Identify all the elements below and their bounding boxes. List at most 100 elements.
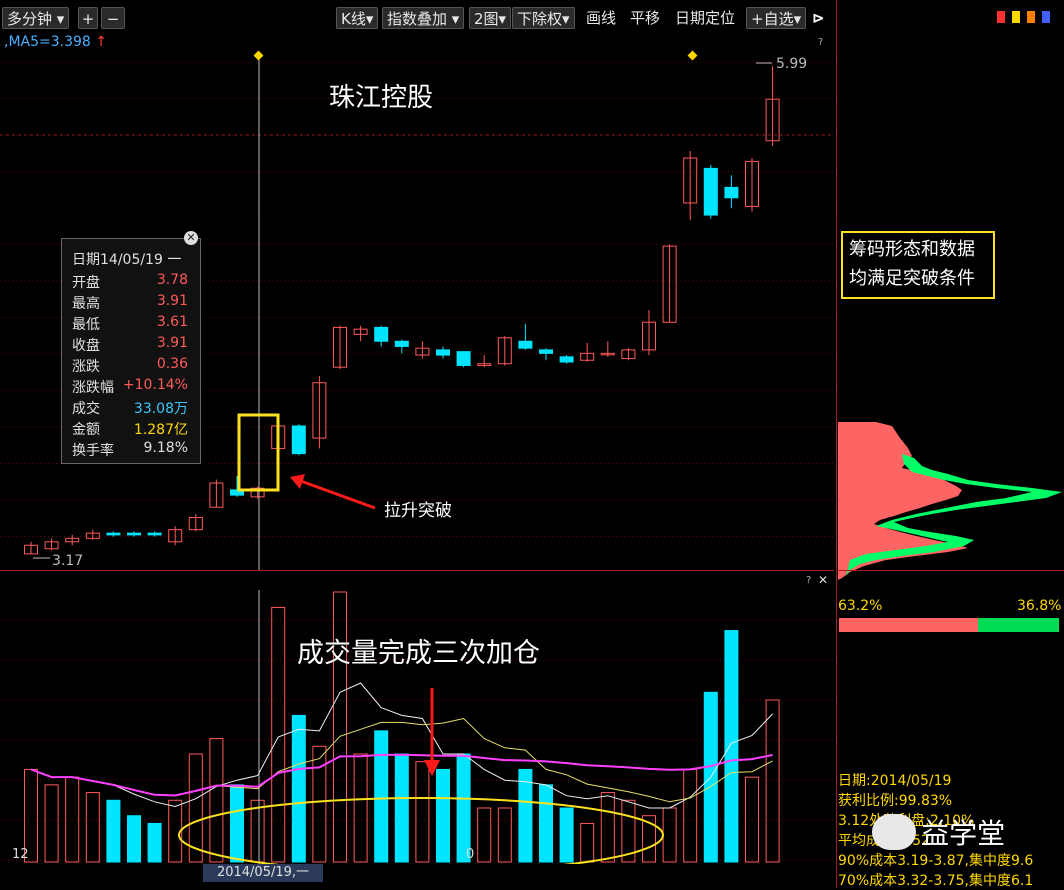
chip-profit-area — [838, 422, 968, 580]
tooltip-label: 最低 — [72, 317, 100, 333]
candle-body — [394, 340, 409, 347]
volume-bar — [497, 807, 512, 863]
close-icon[interactable]: ✕ — [184, 231, 198, 245]
tooltip-date-row: 日期14/05/19 一 — [72, 249, 188, 270]
tooltip-value: 3.61 — [156, 314, 188, 330]
candle-body — [559, 356, 574, 363]
volume-bar — [44, 784, 59, 863]
breakout-note: 拉升突破 — [384, 501, 452, 521]
volume-bar — [724, 630, 739, 863]
chip-70-cost: 70%成本3.32-3.75,集中度6.1 — [838, 873, 1034, 889]
tooltip-row: 开盘 3.78 — [72, 272, 188, 293]
volume-bar — [580, 822, 595, 863]
volume-bar — [291, 714, 306, 863]
watermark: 益学堂 — [872, 812, 1005, 852]
event-marker-icon — [687, 50, 698, 61]
flag-blue-icon[interactable] — [1042, 11, 1051, 23]
volume-bar — [559, 807, 574, 863]
chip-note-line2: 均满足突破条件 — [849, 268, 975, 289]
tooltip-value: 3.91 — [156, 335, 188, 351]
panel-icons — [997, 8, 1051, 27]
tooltip-label: 成交 — [72, 401, 100, 417]
tooltip-label: 涨跌 — [72, 359, 100, 375]
kline-dropdown[interactable]: K线▾ — [336, 7, 379, 29]
volume-bar — [374, 730, 389, 863]
candle-body — [106, 532, 121, 536]
tooltip-label: 开盘 — [72, 275, 100, 291]
index-overlay-dropdown[interactable]: 指数叠加 ▾ — [382, 7, 465, 29]
chart-toolbar: 多分钟 ▾ + − K线▾ 指数叠加 ▾ 2图▾ 下除权▾ 画线 平移 日期定位… — [0, 0, 834, 32]
watermark-text: 益学堂 — [921, 817, 1006, 850]
volume-help-icon[interactable]: ? — [806, 575, 811, 586]
tooltip-value: 9.18% — [143, 440, 188, 456]
loss-percent: 36.8% — [1017, 598, 1062, 614]
two-chart-label: 2图 — [474, 10, 499, 28]
volume-bar — [106, 799, 121, 863]
volume-bar — [456, 753, 471, 863]
ohlc-tooltip: ✕ 日期14/05/19 一 开盘 3.78 最高 3.91 最低 3.61 收盘 3.… — [61, 231, 201, 464]
volume-axis-label: 12 — [12, 847, 29, 862]
volume-bar — [765, 699, 780, 863]
volume-bar — [147, 822, 162, 863]
volume-bar — [127, 815, 141, 863]
pan-button[interactable]: 平移 — [630, 7, 660, 29]
draw-line-button[interactable]: 画线 — [586, 7, 616, 29]
volume-bar — [333, 591, 347, 863]
tooltip-row: 涨跌 0.36 — [72, 356, 188, 377]
tooltip-row: 涨跌幅 +10.14% — [72, 377, 188, 398]
zoom-out-button[interactable]: − — [101, 7, 125, 29]
volume-bar — [250, 799, 265, 863]
tooltip-row: 最低 3.61 — [72, 314, 188, 335]
high-price-label: 5.99 — [776, 56, 807, 72]
ex-rights-dropdown[interactable]: 下除权▾ — [512, 7, 575, 29]
flag-red-icon[interactable] — [997, 11, 1005, 23]
tooltip-row: 成交 33.08万 — [72, 398, 188, 419]
breakout-arrow-icon — [290, 474, 376, 510]
help-icon[interactable]: ? — [818, 37, 823, 48]
candle-body — [147, 532, 162, 536]
volume-bar — [436, 768, 450, 863]
volume-note: 成交量完成三次加仓 — [297, 638, 540, 669]
volume-zero-label: 0 — [466, 847, 474, 862]
volume-bar — [394, 753, 409, 863]
chip-separator — [836, 570, 1064, 571]
tooltip-row: 金额 1.287亿 — [72, 419, 188, 440]
tooltip-row: 收盘 3.91 — [72, 335, 188, 356]
crosshair-date-label: 2014/05/19,一 — [203, 864, 323, 882]
tooltip-value: 33.08万 — [133, 401, 188, 417]
wechat-logo-icon — [872, 814, 916, 850]
tooltip-label: 金额 — [72, 422, 100, 438]
crosshair-marker-icon — [253, 50, 264, 61]
candle-body — [291, 425, 306, 455]
volume-bar — [312, 745, 327, 863]
two-chart-dropdown[interactable]: 2图▾ — [469, 7, 512, 29]
volume-close-icon[interactable]: ✕ — [818, 573, 828, 587]
candle-body — [127, 532, 141, 536]
volume-bar — [477, 807, 492, 863]
profit-ratio-fill — [839, 618, 979, 632]
volume-bar — [518, 768, 533, 863]
period-dropdown[interactable]: 多分钟 ▾ — [2, 7, 70, 29]
volume-bar — [271, 606, 286, 863]
volume-bar — [600, 792, 615, 863]
tooltip-row: 换手率 9.18% — [72, 440, 188, 461]
volume-bar — [539, 784, 553, 863]
chip-histogram — [838, 422, 1062, 580]
profit-ratio-bar — [839, 618, 1059, 632]
tooltip-label: 收盘 — [72, 338, 100, 354]
flag-yellow-icon[interactable] — [1012, 11, 1021, 23]
candle-body — [436, 349, 450, 356]
chip-note-box: 筹码形态和数据 均满足突破条件 — [841, 231, 995, 299]
stock-name: 珠江控股 — [329, 83, 433, 113]
collapse-icon[interactable]: ⊳ — [812, 7, 825, 29]
volume-arrow-icon — [424, 688, 440, 776]
self-select-dropdown[interactable]: +自选▾ — [746, 7, 807, 29]
zoom-in-button[interactable]: + — [78, 7, 98, 29]
flag-orange-icon[interactable] — [1027, 11, 1036, 23]
tooltip-label: 换手率 — [72, 443, 114, 459]
volume-bar — [683, 768, 698, 863]
date-locate-button[interactable]: 日期定位 — [675, 7, 735, 29]
tooltip-label: 涨跌幅 — [72, 380, 114, 396]
volume-chart[interactable]: 成交量完成三次加仓 12 0 — [0, 590, 834, 864]
tooltip-value: 0.36 — [156, 356, 188, 372]
